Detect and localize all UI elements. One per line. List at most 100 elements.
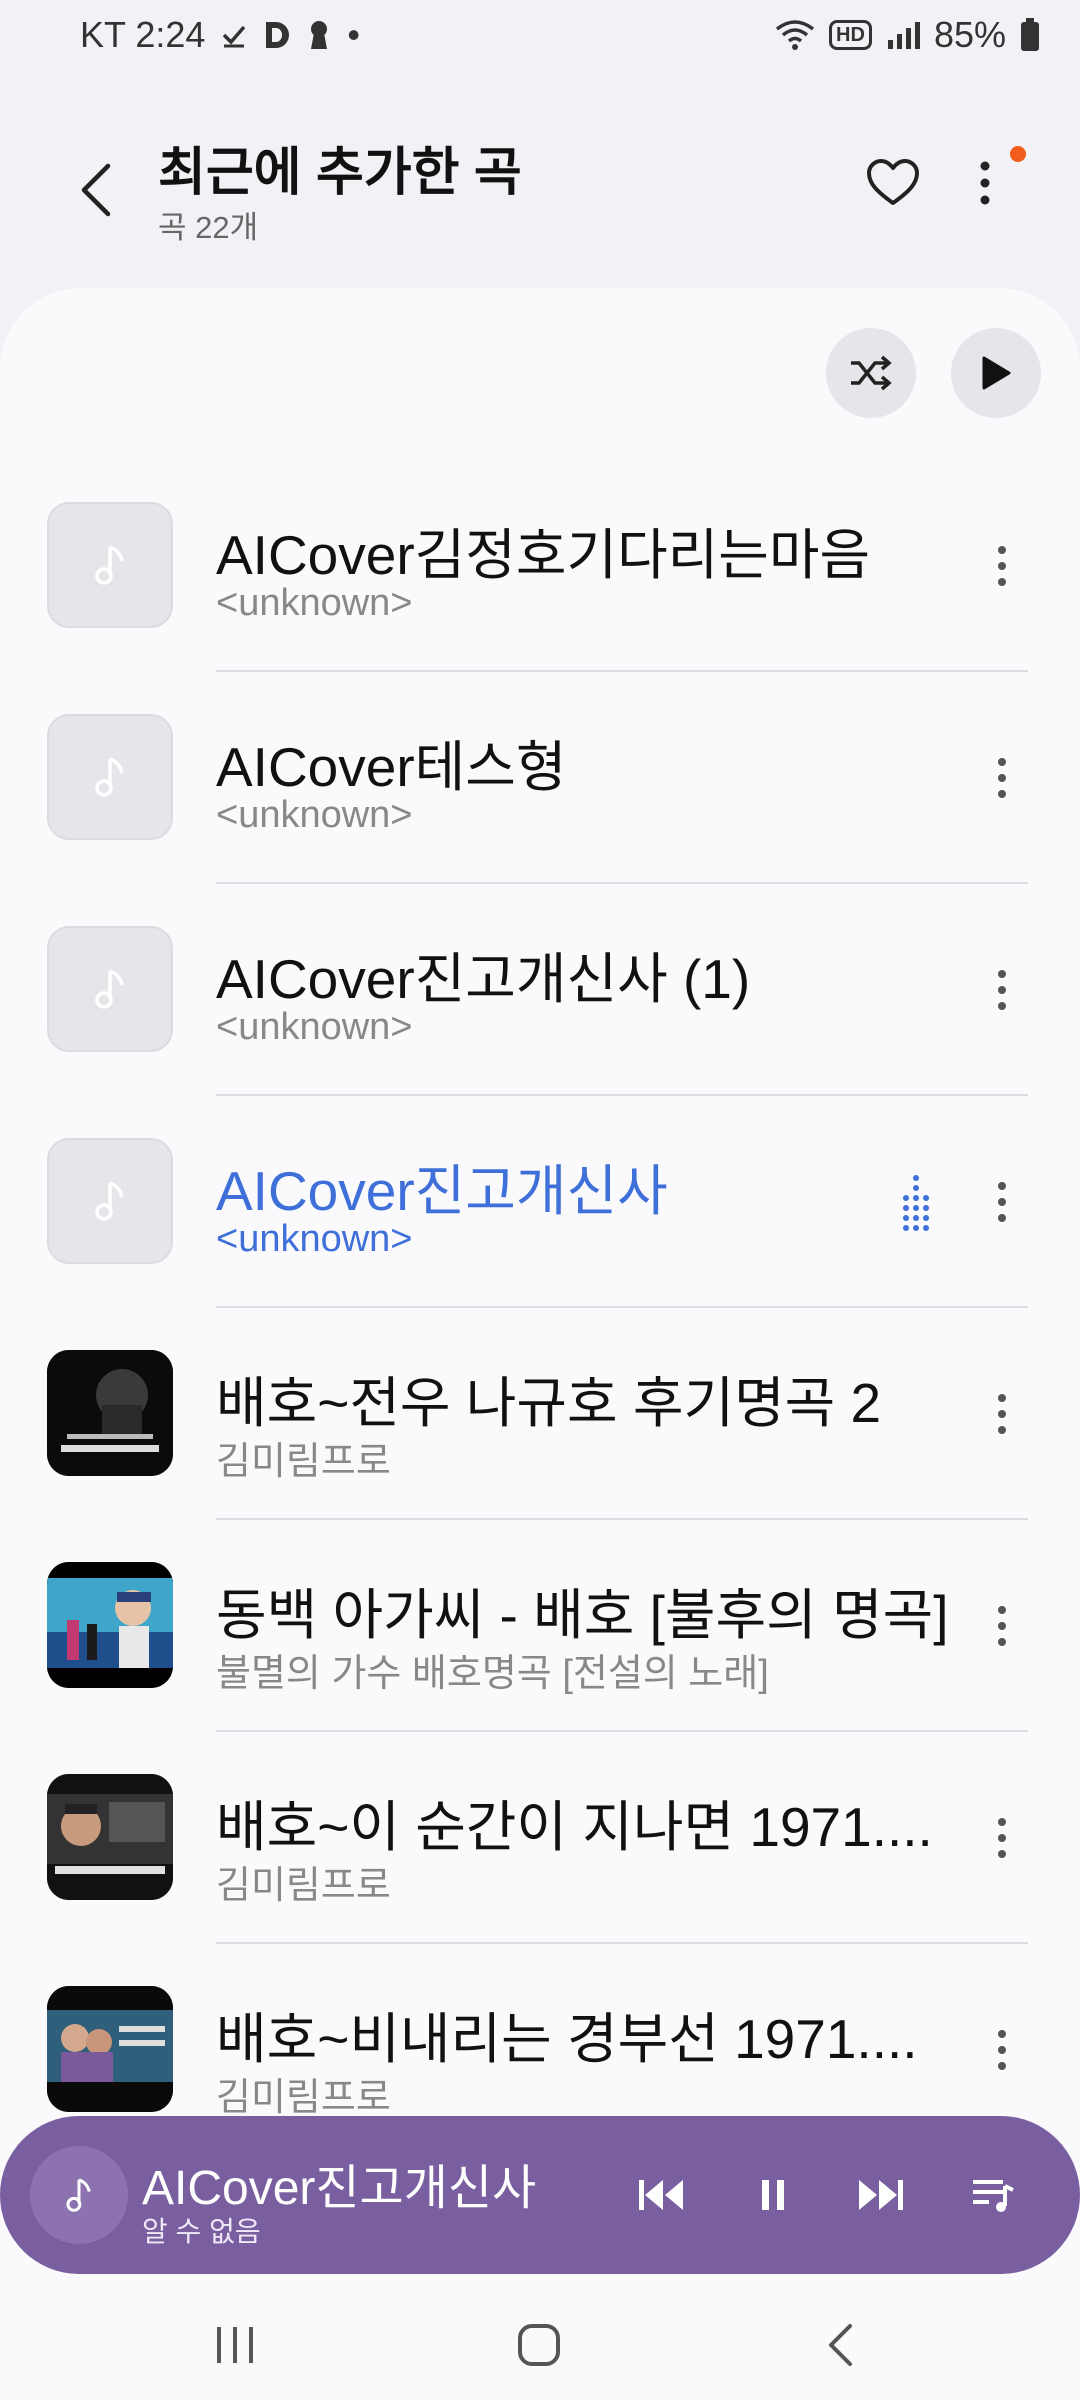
album-art-placeholder (47, 1138, 173, 1264)
previous-button[interactable] (626, 2160, 696, 2230)
recent-apps-icon (217, 2327, 253, 2363)
back-nav-icon (829, 2324, 852, 2366)
song-artist: 불멸의 가수 배호명곡 [전설의 노래] (216, 1653, 769, 1695)
music-note-icon (95, 1181, 124, 1221)
skip-previous-icon (639, 2180, 683, 2210)
pause-icon (762, 2180, 784, 2210)
song-artist: 김미림프로 (216, 1865, 391, 1907)
song-artist: <unknown> (216, 582, 413, 624)
song-row[interactable]: AICover김정호기다리는마음 <unknown> (0, 460, 1080, 672)
song-title: 배호~비내리는 경부선 1971.... (216, 2008, 918, 2070)
home-icon (518, 2324, 560, 2366)
music-note-icon (66, 2178, 91, 2212)
back-button[interactable] (60, 150, 130, 230)
more-vertical-icon (998, 1182, 1006, 1222)
carrier-time: KT 2:24 (80, 14, 206, 55)
song-title: 동백 아가씨 - 배호 [불후의 명곡] (216, 1584, 949, 1646)
song-title: AICover진고개신사 (216, 1160, 668, 1222)
skip-next-icon (859, 2180, 903, 2210)
playlist-queue-button[interactable] (958, 2160, 1028, 2230)
song-list: AICover김정호기다리는마음 <unknown> AICover테스형 <u… (0, 460, 1080, 2156)
more-vertical-icon (998, 1818, 1006, 1858)
song-row[interactable]: AICover진고개신사 (1) <unknown> (0, 884, 1080, 1096)
song-more-button[interactable] (984, 1802, 1020, 1874)
song-more-button[interactable] (984, 530, 1020, 602)
album-art-image (47, 1350, 173, 1476)
song-artist: 김미림프로 (216, 1441, 391, 1483)
song-row[interactable]: 배호~전우 나규호 후기명곡 2 김미림프로 (0, 1308, 1080, 1520)
check-icon (221, 22, 247, 48)
album-art-image (47, 1774, 173, 1900)
d-app-icon (263, 20, 291, 50)
song-row-now-playing[interactable]: AICover진고개신사 <unknown> (0, 1096, 1080, 1308)
more-vertical-icon (980, 161, 990, 205)
album-art-thumbnail (47, 1562, 173, 1688)
notification-dot (1010, 146, 1026, 162)
pause-button[interactable] (738, 2160, 808, 2230)
mini-player-title: AICover진고개신사 (142, 2162, 537, 2215)
mini-player-artist: 알 수 없음 (142, 2216, 261, 2247)
album-art-placeholder (47, 502, 173, 628)
music-note-icon (95, 969, 124, 1009)
favorite-button[interactable] (860, 150, 926, 216)
shuffle-icon (851, 355, 892, 391)
song-artist: 김미림프로 (216, 2077, 391, 2119)
status-right: HD 85% (775, 14, 1040, 56)
recent-apps-button[interactable] (190, 2310, 280, 2380)
more-vertical-icon (998, 546, 1006, 586)
song-more-button[interactable] (984, 1378, 1020, 1450)
keyhole-icon (307, 19, 331, 51)
app-header: 최근에 추가한 곡 곡 22개 (0, 110, 1080, 260)
album-art-thumbnail (47, 1350, 173, 1476)
battery-percent: 85% (933, 14, 1006, 55)
more-vertical-icon (998, 1606, 1006, 1646)
music-note-icon (95, 757, 124, 797)
song-count: 곡 22개 (158, 210, 259, 245)
song-list-panel: AICover김정호기다리는마음 <unknown> AICover테스형 <u… (0, 288, 1080, 2400)
play-icon (982, 356, 1011, 390)
album-art-thumbnail (47, 1986, 173, 2112)
album-art-placeholder (47, 714, 173, 840)
more-vertical-icon (998, 970, 1006, 1010)
home-button[interactable] (494, 2310, 584, 2380)
shuffle-button[interactable] (826, 328, 916, 418)
hd-label: HD (836, 23, 865, 46)
song-title: AICover진고개신사 (1) (216, 948, 751, 1010)
mini-player[interactable]: AICover진고개신사 알 수 없음 (0, 2116, 1080, 2274)
album-art-image (47, 1562, 173, 1688)
song-artist: <unknown> (216, 1006, 413, 1048)
song-row[interactable]: AICover테스형 <unknown> (0, 672, 1080, 884)
back-arrow-icon (81, 163, 111, 217)
song-more-button[interactable] (984, 1590, 1020, 1662)
more-vertical-icon (998, 1394, 1006, 1434)
status-bar: KT 2:24 • HD 85% (0, 0, 1080, 80)
wifi-icon (775, 19, 815, 51)
more-vertical-icon (998, 2030, 1006, 2070)
song-title: 배호~전우 나규호 후기명곡 2 (216, 1372, 882, 1434)
song-artist: <unknown> (216, 1218, 413, 1260)
song-more-button[interactable] (984, 2014, 1020, 2086)
more-options-button[interactable] (960, 150, 1010, 216)
music-app-screen: KT 2:24 • HD 85% 최근에 추가한 곡 곡 22개 AICover… (0, 0, 1080, 2400)
song-more-button[interactable] (984, 954, 1020, 1026)
mini-player-art (30, 2146, 128, 2244)
page-title: 최근에 추가한 곡 (158, 144, 522, 202)
signal-icon (886, 20, 920, 50)
more-vertical-icon (998, 758, 1006, 798)
song-title: AICover테스형 (216, 736, 567, 798)
queue-music-icon (973, 2180, 1014, 2212)
song-more-button[interactable] (984, 1166, 1020, 1238)
song-title: 배호~이 순간이 지나면 1971.... (216, 1796, 933, 1858)
heart-icon (867, 159, 919, 205)
status-left: KT 2:24 • (80, 14, 360, 56)
song-artist: <unknown> (216, 794, 413, 836)
next-button[interactable] (846, 2160, 916, 2230)
song-more-button[interactable] (984, 742, 1020, 814)
album-art-placeholder (47, 926, 173, 1052)
battery-icon (1020, 18, 1040, 52)
song-row[interactable]: 동백 아가씨 - 배호 [불후의 명곡] 불멸의 가수 배호명곡 [전설의 노래… (0, 1520, 1080, 1732)
song-row[interactable]: 배호~이 순간이 지나면 1971.... 김미림프로 (0, 1732, 1080, 1944)
play-all-button[interactable] (951, 328, 1041, 418)
system-nav-bar (0, 2290, 1080, 2400)
system-back-button[interactable] (795, 2310, 885, 2380)
